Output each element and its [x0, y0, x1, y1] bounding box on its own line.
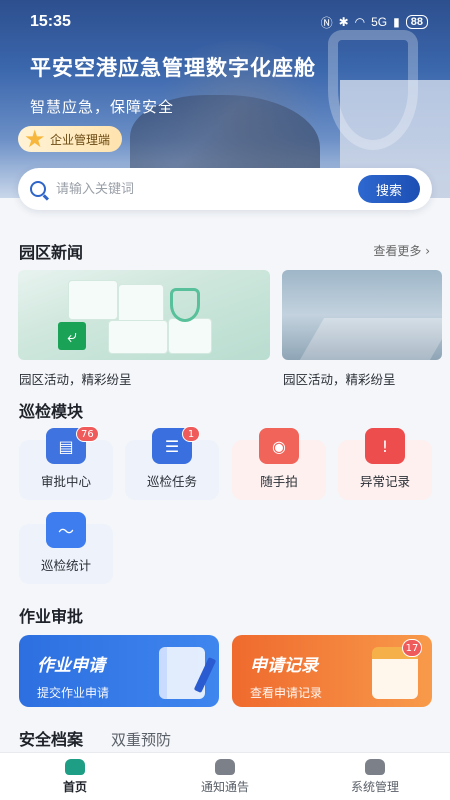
status-bar: 15:35 Ⓝ ✱ ◠ 5G ▮ 88	[0, 0, 450, 44]
application-record-card[interactable]: 申请记录 查看申请记录 17	[232, 635, 432, 707]
page-title: 平安空港应急管理数字化座舱	[30, 56, 316, 80]
settings-icon	[365, 758, 385, 775]
chevron-right-icon: ›	[425, 244, 430, 258]
org-badge[interactable]: ★ 企业管理端	[18, 125, 123, 153]
puzzle-piece	[68, 280, 118, 320]
news-card-image[interactable]	[282, 270, 442, 360]
tile-label: 随手拍	[260, 474, 298, 489]
task-count-badge: 1	[182, 426, 200, 442]
mascot-star-icon: ★	[24, 125, 46, 153]
nav-label: 系统管理	[350, 779, 399, 794]
battery-indicator: 88	[405, 15, 428, 29]
hero-subtitle: 智慧应急，保障安全	[30, 98, 175, 116]
alert-icon: !	[365, 428, 405, 464]
bell-icon	[215, 758, 235, 775]
tab-dual-prevention[interactable]: 双重预防	[111, 729, 171, 750]
tab-safety-archive[interactable]: 安全档案	[19, 726, 83, 750]
tile-inspection-stats[interactable]: 〜 巡检统计	[19, 512, 113, 584]
tile-label: 巡检任务	[146, 474, 197, 489]
search-icon	[30, 181, 46, 197]
nfc-icon: Ⓝ	[320, 15, 333, 30]
work-application-card[interactable]: 作业申请 提交作业申请	[19, 635, 219, 707]
traffic-road-illustration	[299, 318, 442, 360]
approval-count-badge: 76	[76, 426, 99, 442]
news-card-image[interactable]: ⤶	[18, 270, 270, 360]
signal-icon: ▮	[393, 15, 400, 29]
tile-label: 巡检统计	[40, 558, 91, 573]
camera-icon: ◉	[259, 428, 299, 464]
tile-label: 异常记录	[359, 474, 410, 489]
news-more-link[interactable]: 查看更多 ›	[373, 242, 430, 259]
bottom-nav: 首页 通知通告 系统管理	[0, 752, 450, 800]
nav-notifications[interactable]: 通知通告	[150, 753, 300, 800]
document-pen-icon	[159, 647, 217, 699]
bluetooth-icon: ✱	[338, 15, 349, 29]
approval-section-title: 作业审批	[19, 607, 84, 626]
news-section-title: 园区新闻	[19, 243, 84, 262]
network-label: 5G	[371, 15, 388, 29]
puzzle-piece	[108, 320, 168, 354]
chart-line-icon: 〜	[46, 512, 86, 548]
tile-approval-center[interactable]: ▤ 76 审批中心	[19, 426, 113, 500]
search-bar: 搜索	[18, 168, 432, 210]
inspection-section-title: 巡检模块	[19, 402, 84, 421]
search-button[interactable]: 搜索	[358, 175, 420, 203]
tile-inspection-task[interactable]: ☰ 1 巡检任务	[125, 426, 219, 500]
record-count-badge: 17	[402, 639, 422, 657]
nav-label: 通知通告	[200, 779, 249, 794]
news-more-label: 查看更多	[373, 244, 422, 258]
shield-check-icon	[170, 288, 200, 322]
tile-exception-record[interactable]: ! 异常记录	[338, 428, 432, 500]
news-caption: 园区活动，精彩纷呈	[19, 372, 132, 387]
shield-watermark-icon	[328, 30, 418, 150]
org-badge-label: 企业管理端	[50, 132, 111, 147]
nav-home[interactable]: 首页	[0, 753, 150, 800]
home-icon	[65, 758, 85, 775]
status-icons: Ⓝ ✱ ◠ 5G ▮ 88	[321, 14, 428, 31]
puzzle-piece	[168, 318, 212, 354]
status-time: 15:35	[30, 13, 71, 30]
emergency-exit-icon: ⤶	[58, 322, 86, 350]
tile-snapshot[interactable]: ◉ 随手拍	[232, 428, 326, 500]
nav-system-settings[interactable]: 系统管理	[300, 753, 450, 800]
nav-label: 首页	[62, 779, 87, 794]
tile-label: 审批中心	[40, 474, 91, 489]
search-input[interactable]	[56, 181, 358, 197]
archive-tabs: 安全档案 双重预防	[19, 726, 171, 750]
news-caption: 园区活动，精彩纷呈	[283, 372, 396, 387]
wifi-icon: ◠	[354, 15, 366, 29]
